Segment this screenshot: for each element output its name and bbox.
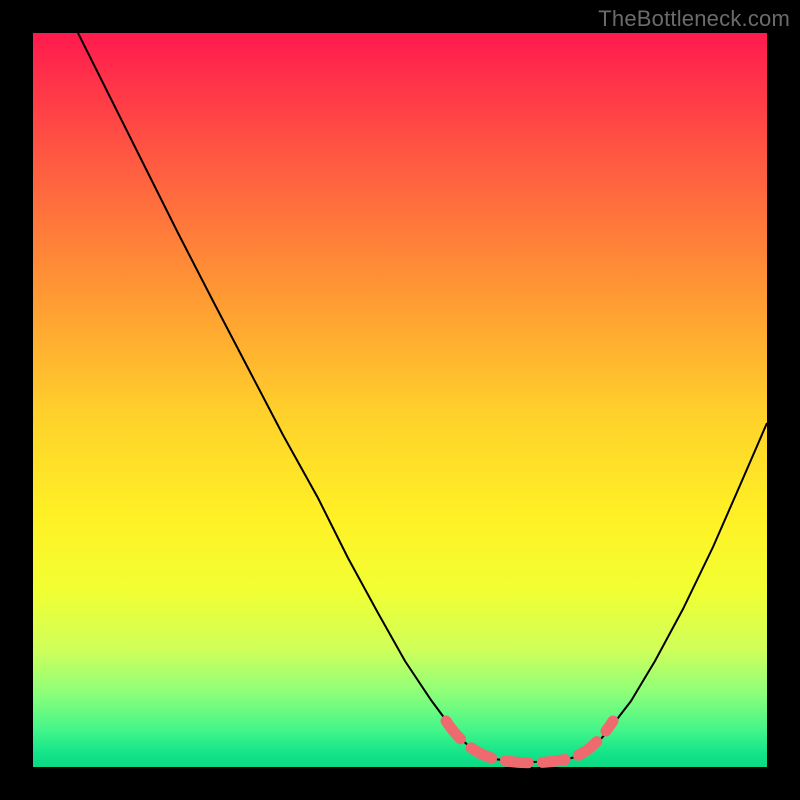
bottleneck-curve-svg	[33, 33, 767, 767]
attribution-text: TheBottleneck.com	[598, 6, 790, 32]
bottleneck-highlight-dash	[446, 721, 613, 763]
plot-gradient-area	[33, 33, 767, 767]
chart-frame: TheBottleneck.com	[0, 0, 800, 800]
bottleneck-curve-line	[78, 33, 767, 762]
